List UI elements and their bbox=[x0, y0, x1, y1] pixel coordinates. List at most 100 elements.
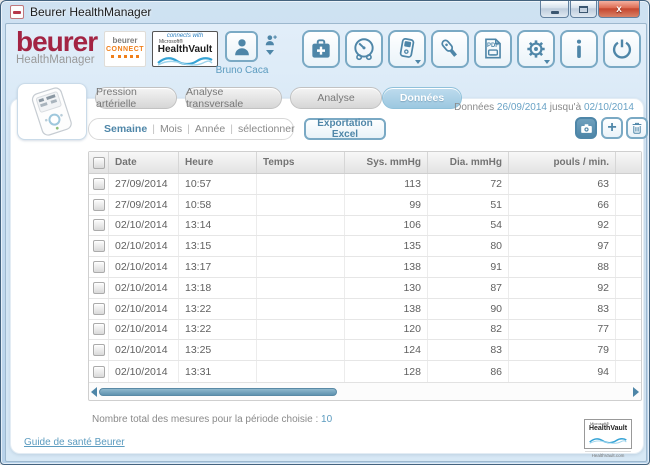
table-row[interactable]: 02/10/2014 13:18 130 87 92 bbox=[89, 278, 641, 299]
settings-dropdown-arrow bbox=[544, 60, 550, 64]
maximize-button[interactable] bbox=[570, 1, 597, 18]
cell-temps bbox=[257, 278, 345, 298]
date-range-to: 02/10/2014 bbox=[584, 102, 634, 113]
row-checkbox[interactable] bbox=[93, 366, 105, 378]
date-range: Données 26/09/2014 jusqu'à 02/10/2014 bbox=[454, 102, 634, 113]
app-window: Beurer HealthManager x beurer HealthMana… bbox=[0, 0, 650, 465]
export-excel-button[interactable]: Exportation Excel bbox=[304, 118, 386, 140]
scroll-left-arrow-icon[interactable] bbox=[91, 387, 97, 397]
row-checkbox[interactable] bbox=[93, 344, 105, 356]
table-row[interactable]: 02/10/2014 13:14 106 54 92 bbox=[89, 216, 641, 237]
bp-device-button[interactable] bbox=[388, 30, 426, 68]
cell-date: 02/10/2014 bbox=[109, 299, 179, 319]
cell-sys: 106 bbox=[345, 216, 428, 236]
header-checkbox-cell bbox=[89, 152, 109, 173]
healthvault-wave-icon bbox=[156, 56, 214, 67]
user-dropdown-arrow[interactable] bbox=[266, 50, 274, 55]
title-bar[interactable]: Beurer HealthManager x bbox=[1, 1, 649, 23]
row-checkbox[interactable] bbox=[93, 240, 105, 252]
row-checkbox[interactable] bbox=[93, 303, 105, 315]
row-checkbox-cell bbox=[89, 257, 109, 277]
tab-analyse-transversale[interactable]: Analyse transversale bbox=[185, 87, 282, 109]
cell-heure: 10:58 bbox=[179, 195, 257, 215]
summary-label: Nombre total des mesures pour la période… bbox=[92, 414, 318, 425]
cell-temps bbox=[257, 257, 345, 277]
row-checkbox[interactable] bbox=[93, 282, 105, 294]
col-pouls[interactable]: pouls / min. bbox=[509, 152, 616, 173]
camera-button[interactable] bbox=[575, 117, 597, 139]
measurement-count-summary: Nombre total des mesures pour la période… bbox=[92, 414, 332, 425]
brand-product: HealthManager bbox=[16, 54, 97, 66]
power-button[interactable] bbox=[603, 30, 641, 68]
tab-pression-arterielle[interactable]: Pression artérielle bbox=[95, 87, 177, 109]
cell-heure: 13:15 bbox=[179, 236, 257, 256]
col-extra bbox=[616, 152, 641, 173]
summary-value: 10 bbox=[321, 414, 332, 425]
cell-extra bbox=[616, 236, 641, 256]
row-checkbox[interactable] bbox=[93, 199, 105, 211]
table-row[interactable]: 02/10/2014 13:15 135 80 97 bbox=[89, 236, 641, 257]
cell-extra bbox=[616, 257, 641, 277]
gauge-button[interactable] bbox=[345, 30, 383, 68]
info-button[interactable] bbox=[560, 30, 598, 68]
table-row[interactable]: 02/10/2014 13:22 120 82 77 bbox=[89, 320, 641, 341]
period-option-semaine[interactable]: Semaine bbox=[104, 123, 147, 135]
table-body: 27/09/2014 10:57 113 72 63 27/09/2014 10… bbox=[89, 174, 641, 382]
period-option-annee[interactable]: Année bbox=[195, 123, 225, 135]
pdf-print-button[interactable]: PDF bbox=[474, 30, 512, 68]
gauge-icon bbox=[351, 36, 377, 62]
device-selector-thumbnail[interactable] bbox=[17, 83, 87, 140]
table-row[interactable]: 27/09/2014 10:57 113 72 63 bbox=[89, 174, 641, 195]
select-all-checkbox[interactable] bbox=[93, 157, 105, 169]
table-row[interactable]: 02/10/2014 13:25 124 83 79 bbox=[89, 340, 641, 361]
tab-analyse[interactable]: Analyse bbox=[290, 87, 382, 109]
cell-extra bbox=[616, 299, 641, 319]
minimize-button[interactable] bbox=[540, 1, 569, 18]
tab-donnees[interactable]: Données bbox=[382, 87, 462, 109]
maximize-icon bbox=[579, 6, 588, 13]
col-temps[interactable]: Temps bbox=[257, 152, 345, 173]
cell-date: 02/10/2014 bbox=[109, 340, 179, 360]
col-heure[interactable]: Heure bbox=[179, 152, 257, 173]
user-name: Bruno Caca bbox=[211, 65, 273, 76]
user-icon bbox=[231, 36, 253, 58]
hscrollbar-thumb[interactable] bbox=[99, 388, 337, 396]
medical-bag-button[interactable] bbox=[302, 30, 340, 68]
cell-heure: 13:14 bbox=[179, 216, 257, 236]
row-checkbox[interactable] bbox=[93, 178, 105, 190]
cell-sys: 99 bbox=[345, 195, 428, 215]
col-sys[interactable]: Sys. mmHg bbox=[345, 152, 428, 173]
cell-pouls: 83 bbox=[509, 299, 616, 319]
measurements-table: Date Heure Temps Sys. mmHg Dia. mmHg pou… bbox=[88, 151, 642, 401]
info-icon bbox=[566, 36, 592, 62]
period-option-selectionner[interactable]: sélectionner bbox=[238, 123, 295, 135]
close-button[interactable]: x bbox=[598, 1, 640, 18]
table-row[interactable]: 02/10/2014 13:31 128 86 94 bbox=[89, 361, 641, 382]
period-option-mois[interactable]: Mois bbox=[160, 123, 182, 135]
delete-button[interactable] bbox=[626, 117, 648, 139]
horizontal-scrollbar[interactable] bbox=[89, 382, 641, 400]
cell-heure: 13:17 bbox=[179, 257, 257, 277]
usb-connect-button[interactable] bbox=[431, 30, 469, 68]
usb-icon bbox=[437, 36, 463, 62]
table-row[interactable]: 02/10/2014 13:17 138 91 88 bbox=[89, 257, 641, 278]
table-row[interactable]: 27/09/2014 10:58 99 51 66 bbox=[89, 195, 641, 216]
row-checkbox[interactable] bbox=[93, 219, 105, 231]
settings-gear-icon bbox=[523, 36, 549, 62]
col-date[interactable]: Date bbox=[109, 152, 179, 173]
svg-text:PDF: PDF bbox=[487, 43, 499, 49]
row-checkbox[interactable] bbox=[93, 261, 105, 273]
table-row[interactable]: 02/10/2014 13:22 138 90 83 bbox=[89, 299, 641, 320]
col-dia[interactable]: Dia. mmHg bbox=[428, 152, 509, 173]
scroll-right-arrow-icon[interactable] bbox=[633, 387, 639, 397]
cell-temps bbox=[257, 174, 345, 194]
row-checkbox[interactable] bbox=[93, 323, 105, 335]
cell-date: 27/09/2014 bbox=[109, 174, 179, 194]
user-profile-button[interactable] bbox=[225, 31, 258, 62]
cell-dia: 90 bbox=[428, 299, 509, 319]
cell-sys: 130 bbox=[345, 278, 428, 298]
health-guide-link[interactable]: Guide de santé Beurer bbox=[24, 437, 125, 448]
cell-pouls: 92 bbox=[509, 278, 616, 298]
settings-button[interactable] bbox=[517, 30, 555, 68]
add-measurement-button[interactable]: + bbox=[601, 117, 623, 139]
